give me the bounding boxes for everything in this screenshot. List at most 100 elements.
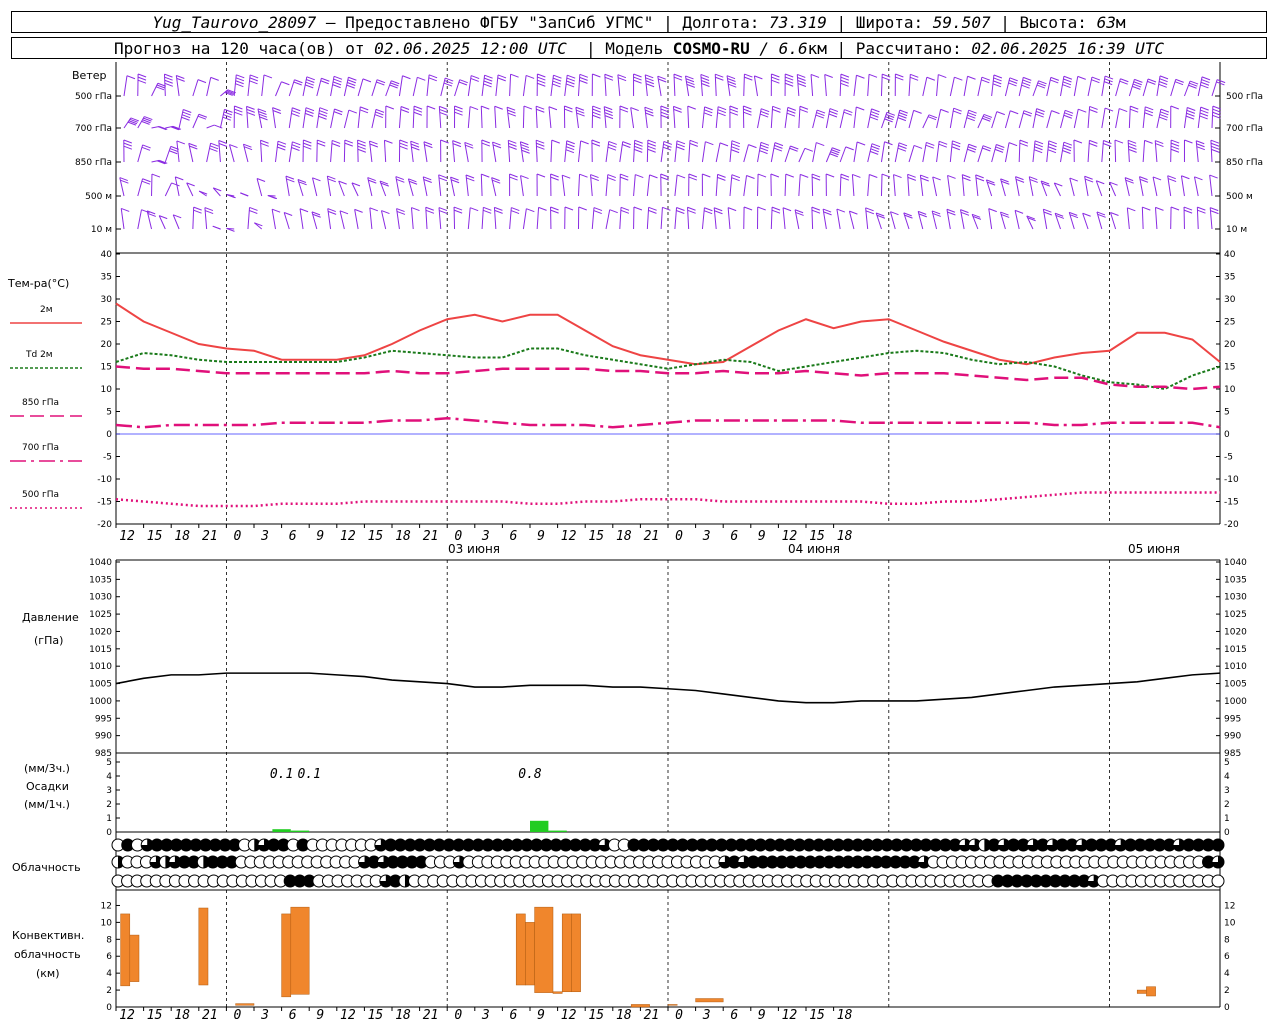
wind-barb-flag [272, 110, 282, 114]
wind-barb-flag [1036, 108, 1045, 113]
wind-barb [727, 207, 731, 230]
wind-barb-flag [676, 143, 685, 148]
wind-barb-flag [579, 173, 588, 178]
wind-barb-flag [438, 177, 448, 182]
press-y-tick-right: 1010 [1224, 662, 1247, 672]
wind-barb-flag [913, 109, 922, 114]
wind-barb-flag [565, 83, 575, 88]
wind-barb-flag [1104, 78, 1113, 83]
wind-barb-flag [566, 77, 576, 82]
wind-barb-flag [235, 83, 244, 88]
wind-barb-flag [622, 144, 631, 148]
wind-barb-flag [1159, 78, 1168, 83]
wind-barb-flag [645, 83, 655, 88]
wind-barb-flag [123, 139, 132, 144]
wind-barb-flag [292, 141, 301, 146]
x-tick-label-bottom: 3 [481, 1008, 490, 1023]
wind-barb-flag [1091, 76, 1101, 81]
wind-barb-flag [840, 79, 849, 84]
wind-barb-flag [509, 176, 518, 181]
wind-barb [1101, 107, 1106, 129]
wind-barb-flag [940, 108, 949, 113]
press-y-tick: 1015 [89, 645, 112, 655]
conv-title-2: облачность [14, 948, 81, 961]
wind-barb-flag [619, 108, 629, 113]
wind-barb-flag [399, 142, 408, 147]
wind-barb-flag [305, 107, 315, 112]
x-tick-label-bottom: 0 [675, 1008, 683, 1023]
wind-barb-flag [218, 140, 227, 144]
x-tick-label: 18 [395, 529, 411, 544]
wind-barb-flag [537, 73, 546, 78]
wind-barb-flag [1199, 112, 1209, 117]
wind-barb-flag [593, 207, 603, 212]
precip-y-tick-right: 3 [1224, 786, 1230, 796]
wind-barb-flag [648, 209, 657, 214]
wind-barb [660, 207, 663, 230]
wind-barb-flag [1073, 139, 1083, 144]
wind-barb-flag [197, 79, 207, 84]
wind-barb-flag [635, 174, 644, 179]
precip-y-tick-right: 4 [1224, 772, 1230, 782]
wind-barb-flag [607, 174, 616, 179]
wind-barb-flag [773, 147, 783, 152]
wind-barb-flag [579, 79, 588, 84]
wind-barb-flag [320, 80, 329, 85]
wind-barb-flag [369, 140, 378, 145]
wind-barb-flag [592, 105, 601, 110]
precip-y-tick: 1 [106, 814, 112, 824]
wind-barb-flag [304, 112, 314, 117]
wind-barb-flag [291, 144, 301, 149]
wind-barb-flag [910, 73, 919, 78]
wind-barb-flag [523, 105, 533, 110]
wind-barb-flag [620, 206, 630, 211]
wind-barb-flag [649, 174, 658, 179]
wind-barb [605, 209, 611, 230]
wind-barb [646, 174, 651, 197]
wind-barb-flag [520, 141, 529, 146]
wind-barb-flag [744, 73, 753, 78]
wind-barb [480, 174, 483, 197]
wind-barb-flag [704, 106, 713, 111]
wind-barb-flag [925, 144, 934, 149]
date-label: 03 июня [448, 542, 500, 556]
wind-barb-flag [332, 84, 341, 89]
wind-barb-flag [760, 141, 770, 146]
wind-barb-flag [564, 105, 573, 110]
wind-barb-flag [291, 147, 300, 151]
x-tick-label: 21 [644, 529, 660, 544]
wind-barb-flag [1064, 109, 1074, 114]
wind-barb-flag [705, 141, 714, 146]
wind-barb-flag [719, 142, 729, 147]
wind-barb-flag [410, 140, 419, 145]
wind-barb-flag [760, 110, 769, 115]
wind-barb [1014, 210, 1020, 230]
wind-barb-flag [590, 177, 599, 182]
x-tick-label-bottom: 9 [758, 1008, 766, 1023]
wind-barb-flag [897, 117, 907, 122]
wind-barb-flag [426, 105, 436, 110]
wind-barb-flag [871, 145, 880, 150]
wind-barb-flag [423, 141, 433, 146]
wind-barb-flag [1127, 207, 1136, 212]
wind-barb [174, 176, 180, 197]
wind-barb-flag [731, 143, 740, 148]
wind-barb-flag [511, 207, 520, 212]
wind-barb [839, 146, 847, 163]
wind-barb-flag [1119, 108, 1128, 113]
wind-barb [357, 78, 364, 97]
wind-barb-flag [562, 174, 571, 179]
wind-barb-flag [175, 176, 184, 181]
wind-barb-flag [454, 105, 463, 110]
wind-barb-flag [895, 73, 904, 78]
press-y-tick-right: 1030 [1224, 593, 1247, 603]
wind-barb-flag [754, 75, 763, 80]
temp-y-tick: 10 [101, 385, 113, 395]
wind-barb-flag [953, 110, 962, 115]
x-tick-label: 6 [510, 529, 518, 544]
x-tick-label-bottom: 12 [119, 1008, 135, 1023]
wind-barb [991, 111, 998, 129]
wind-barb-flag [413, 111, 423, 116]
wind-barb-flag [648, 206, 657, 211]
wind-barb-flag [452, 140, 461, 145]
